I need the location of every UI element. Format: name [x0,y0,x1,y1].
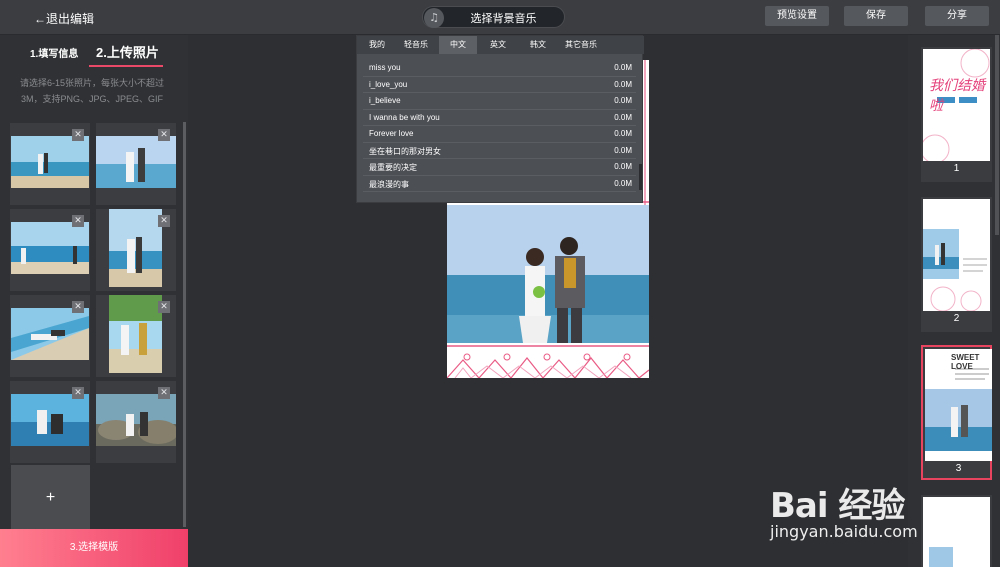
watermark-brand: Bai 经验 [770,486,905,526]
music-category-tabs: 我的 轻音乐 中文 英文 韩文 其它音乐 [357,36,644,54]
song-item[interactable]: Forever love 0.0M [363,126,636,143]
choose-template-button[interactable]: 3.选择模版 [0,529,188,567]
song-size: 0.0M [614,112,632,122]
music-dropdown: 我的 轻音乐 中文 英文 韩文 其它音乐 miss you 0.0M i_love… [356,35,644,203]
delete-photo-icon[interactable]: ✕ [158,129,170,141]
photo-thumbnail [11,136,89,188]
photo-thumbnail [96,136,176,188]
song-size: 0.0M [614,129,632,138]
template-thumbnail[interactable]: 我们结婚啦 1 [921,47,992,182]
song-item[interactable]: i_believe 0.0M [363,93,636,110]
add-photo-button[interactable]: + [11,465,90,531]
upload-hint: 请选择6-15张照片，每张大小不超过3M，支持PNG、JPG、JPEG、GIF [19,78,164,104]
music-note-icon: ♫ [424,8,444,28]
template-number: 2 [953,313,960,324]
photo-slot[interactable]: ✕ [10,123,90,205]
song-item[interactable]: I wanna be with you 0.0M [363,110,636,126]
left-panel: 1.填写信息 2.上传照片 请选择6-15张照片，每张大小不超过3M，支持PNG… [0,35,188,567]
template-preview: 我们结婚啦 [923,49,990,161]
song-item[interactable]: 最浪漫的事 0.0M [363,176,636,192]
photo-thumbnail [11,394,89,446]
template-title: SWEET LOVE [951,353,980,371]
photo-slot[interactable]: ✕ [96,295,176,377]
song-list-scrollbar[interactable] [639,164,642,190]
photo-slot[interactable]: ✕ [10,209,90,291]
photo-list-scrollbar[interactable] [183,122,186,527]
template-number: 1 [953,163,960,174]
step-fill-info-tab[interactable]: 1.填写信息 [30,45,78,60]
delete-photo-icon[interactable]: ✕ [158,387,170,399]
template-title: 我们结婚啦 [929,78,985,114]
template-list-scrollbar[interactable] [995,35,999,235]
song-title: I wanna be with you [369,112,440,122]
song-item[interactable]: i_love_you 0.0M [363,77,636,93]
song-item[interactable]: miss you 0.0M [363,60,636,77]
music-tab-mine[interactable]: 我的 [361,36,393,54]
song-title: 最重要的决定 [369,163,417,172]
photo-thumbnail [109,209,162,287]
song-title: i_believe [369,96,401,105]
background-music-selector[interactable]: ♫ 选择背景音乐 [422,6,565,28]
step-tabs: 1.填写信息 2.上传照片 [0,35,188,70]
top-toolbar: ←退出编辑 ♫ 选择背景音乐 预览设置 保存 分享 [0,0,1000,35]
photo-slot[interactable]: ✕ [10,295,90,377]
song-size: 0.0M [614,63,632,72]
song-item[interactable]: 最重要的决定 0.0M [363,159,636,176]
baidu-watermark: Bai 经验 jingyan.baidu.com [760,460,1000,560]
music-selector-label: 选择背景音乐 [470,13,537,25]
song-size: 0.0M [614,162,632,171]
photo-slot[interactable]: ✕ [10,381,90,463]
template-artwork [923,199,990,311]
share-button[interactable]: 分享 [925,6,989,26]
active-step-underline [89,65,163,67]
song-title: 最浪漫的事 [369,179,409,189]
photo-thumbnail [11,222,89,274]
delete-photo-icon[interactable]: ✕ [72,301,84,313]
song-size: 0.0M [614,178,632,188]
step-upload-photos-tab[interactable]: 2.上传照片 [96,42,159,61]
photo-list-scrollbar-thumb[interactable] [183,122,186,527]
delete-photo-icon[interactable]: ✕ [158,215,170,227]
save-button[interactable]: 保存 [844,6,908,26]
delete-photo-icon[interactable]: ✕ [72,215,84,227]
song-title: miss you [369,63,401,72]
music-tab-english[interactable]: 英文 [481,36,515,54]
song-size: 0.0M [614,96,632,105]
watermark-url: jingyan.baidu.com [770,522,918,541]
template-preview: SWEET LOVE [925,349,992,461]
delete-photo-icon[interactable]: ✕ [158,301,170,313]
music-tab-other[interactable]: 其它音乐 [559,36,603,54]
exit-edit-link[interactable]: ←退出编辑 [34,10,94,27]
music-tab-chinese[interactable]: 中文 [439,36,477,54]
music-tab-light[interactable]: 轻音乐 [397,36,435,54]
song-title: 坐在巷口的那对男女 [369,146,441,156]
template-preview [923,199,990,311]
music-tab-korean[interactable]: 韩文 [521,36,555,54]
delete-photo-icon[interactable]: ✕ [72,129,84,141]
song-title: Forever love [369,129,414,138]
delete-photo-icon[interactable]: ✕ [72,387,84,399]
photo-thumbnail [96,394,176,446]
song-size: 0.0M [614,145,632,155]
photo-thumbnail [109,295,162,373]
preview-settings-button[interactable]: 预览设置 [765,6,829,26]
template-thumbnail[interactable]: 2 [921,197,992,332]
photo-slot[interactable]: ✕ [96,381,176,463]
song-title: i_love_you [369,79,408,89]
song-size: 0.0M [614,79,632,89]
song-item[interactable]: 坐在巷口的那对男女 0.0M [363,143,636,159]
photo-slot[interactable]: ✕ [96,209,176,291]
song-list: miss you 0.0M i_love_you 0.0M i_believe 0.0… [363,60,636,192]
photo-slot[interactable]: ✕ [96,123,176,205]
photo-thumbnail [11,308,89,360]
